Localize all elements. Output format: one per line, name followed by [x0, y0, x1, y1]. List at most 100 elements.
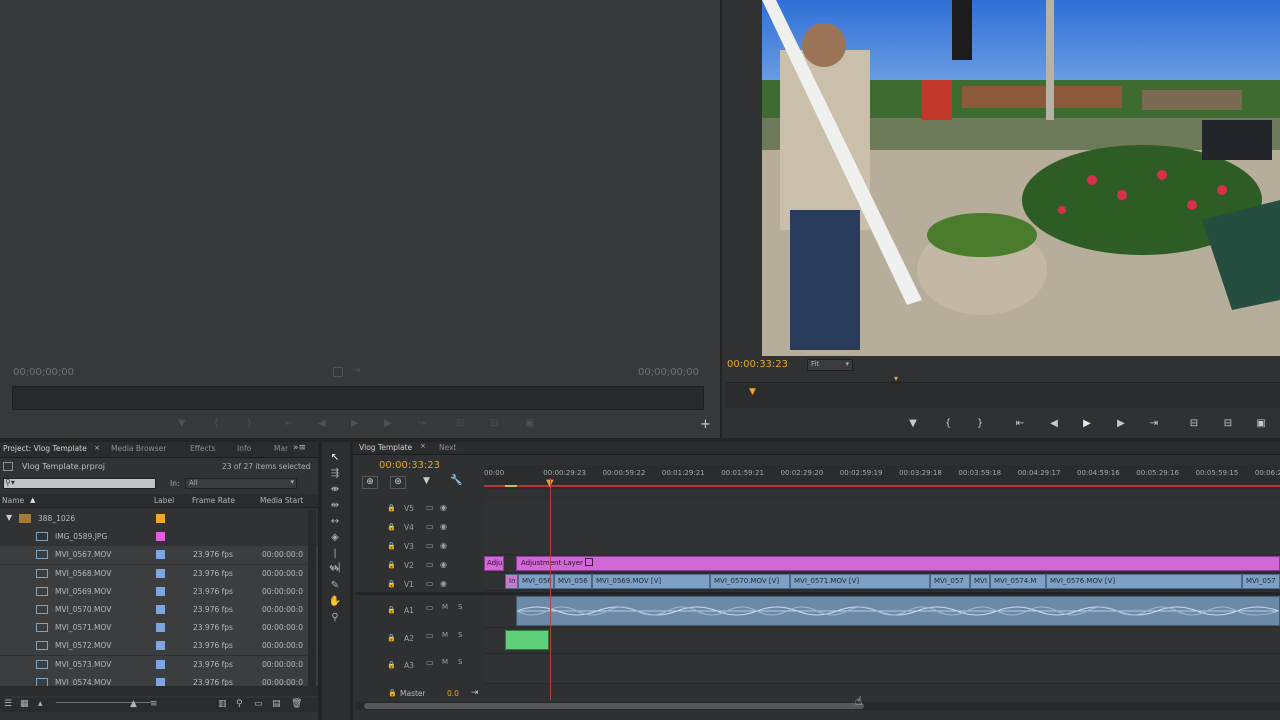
mute-icon[interactable]: M — [442, 658, 448, 666]
column-label[interactable]: Label — [154, 496, 174, 505]
step-back-icon[interactable]: ◀ — [1044, 416, 1064, 432]
a2-audio-clip[interactable] — [505, 630, 549, 650]
timeline-horizontal-scrollbar[interactable] — [356, 702, 1280, 710]
master-volume-value[interactable]: 0.0 — [447, 689, 459, 698]
trash-icon[interactable]: 🗑 — [291, 699, 302, 709]
search-input[interactable]: ⚲▾ — [3, 478, 156, 489]
audio-track-header[interactable]: 🔒 A3 ▭ M S — [356, 658, 482, 676]
sync-lock-icon[interactable]: ▭ — [426, 522, 434, 531]
solo-icon[interactable]: S — [458, 658, 462, 666]
mute-icon[interactable]: M — [442, 603, 448, 611]
automate-icon[interactable]: ▥ — [218, 699, 227, 709]
a1-audio-clip[interactable] — [516, 596, 1280, 626]
close-icon[interactable]: × — [94, 444, 100, 452]
video-track-header[interactable]: 🔒 V5 ▭ ◉ — [356, 501, 482, 519]
marker-icon[interactable]: ▼ — [178, 418, 186, 429]
tab-media-browser[interactable]: Media Browser — [111, 444, 166, 453]
slide-tool-icon[interactable]: ↔ — [328, 563, 342, 577]
slip-tool-icon[interactable]: |↔| — [328, 547, 342, 573]
v1-clip[interactable]: MVI_056 — [518, 574, 554, 589]
v1-clip[interactable]: MVI_0570.MOV [V] — [710, 574, 790, 589]
zoom-tool-icon[interactable]: ⚲ — [328, 611, 342, 625]
sync-lock-icon[interactable]: ▭ — [426, 579, 434, 588]
project-item-row[interactable]: IMG_0589.JPG — [0, 528, 318, 546]
panel-menu-icon[interactable]: »≡ — [293, 443, 306, 453]
project-item-row[interactable]: MVI_0568.MOV 23.976 fps 00:00:00:0 — [0, 564, 318, 583]
project-item-row[interactable]: MVI_0567.MOV 23.976 fps 00:00:00:0 — [0, 546, 318, 565]
audio-track-icon[interactable]: ▭ — [426, 631, 434, 640]
v1-clip[interactable]: MVI_0574.M — [990, 574, 1046, 589]
column-media-start[interactable]: Media Start — [260, 496, 303, 505]
export-frame-icon[interactable]: ▣ — [1251, 416, 1271, 432]
program-timecode[interactable]: 00:00:33:23 — [727, 359, 788, 370]
v1-clip[interactable]: MVI_057 — [930, 574, 970, 589]
out-point-icon[interactable]: } — [246, 418, 252, 429]
sync-lock-icon[interactable]: ▭ — [426, 541, 434, 550]
tab-markers[interactable]: Mar — [274, 444, 288, 453]
go-to-in-icon[interactable]: ⇤ — [285, 418, 293, 429]
lock-icon[interactable]: 🔒 — [387, 504, 396, 512]
track-select-tool-icon[interactable]: ⇶ — [328, 467, 342, 481]
go-to-out-icon[interactable]: ⇥ — [1144, 416, 1164, 432]
export-frame-icon[interactable]: ▣ — [525, 418, 534, 429]
lift-icon[interactable]: ⊟ — [1184, 416, 1204, 432]
pen-tool-icon[interactable]: ✎ — [328, 579, 342, 593]
label-swatch[interactable] — [156, 605, 165, 614]
label-swatch[interactable] — [156, 586, 165, 596]
audio-track-icon[interactable]: ▭ — [426, 658, 434, 667]
selection-tool-icon[interactable]: ↖ — [328, 451, 342, 465]
v1-clip[interactable]: MVI_056 — [554, 574, 592, 589]
go-to-out-icon[interactable]: ⇥ — [418, 418, 426, 429]
linked-selection-icon[interactable]: ⊛ — [390, 476, 406, 489]
timeline-timecode[interactable]: 00:00:33:23 — [379, 460, 440, 471]
source-timecode-right[interactable]: 00;00;00;00 — [638, 367, 699, 378]
tab-effects[interactable]: Effects — [190, 444, 216, 453]
scrollbar-thumb[interactable] — [364, 703, 864, 709]
add-marker-icon[interactable]: ▼ — [903, 416, 923, 432]
solo-icon[interactable]: S — [458, 631, 462, 639]
lock-icon[interactable]: 🔒 — [387, 634, 396, 642]
play-icon[interactable]: ▶ — [351, 418, 359, 429]
audio-track-icon[interactable]: ▭ — [426, 603, 434, 612]
add-button-icon[interactable]: + — [700, 417, 711, 432]
close-icon[interactable]: × — [420, 442, 426, 450]
lock-icon[interactable]: 🔒 — [387, 523, 396, 531]
step-forward-icon[interactable]: ▶ — [1111, 416, 1131, 432]
v1-clip[interactable]: In — [505, 574, 518, 589]
lock-icon[interactable]: 🔒 — [387, 661, 396, 669]
new-bin-icon[interactable]: ▭ — [254, 699, 263, 709]
solo-icon[interactable]: S — [458, 603, 462, 611]
sync-lock-icon[interactable]: ▭ — [426, 503, 434, 512]
lock-icon[interactable]: 🔒 — [387, 606, 396, 614]
source-scrubber[interactable] — [12, 386, 704, 410]
program-playhead-icon[interactable]: ▼ — [749, 387, 756, 397]
zoom-out-icon[interactable]: ▴ — [38, 699, 43, 709]
video-track-header[interactable]: 🔒 V3 ▭ ◉ — [356, 539, 482, 557]
tab-info[interactable]: Info — [237, 444, 251, 453]
eye-icon[interactable]: ◉ — [440, 560, 447, 569]
video-track-header[interactable]: 🔒 V2 ▭ ◉ — [356, 558, 482, 576]
horizontal-scrollbar[interactable] — [0, 686, 318, 696]
label-swatch[interactable] — [156, 532, 165, 542]
v1-clip[interactable]: MVI_0576.MOV [V] — [1046, 574, 1242, 589]
disclosure-triangle-icon[interactable]: ▼ — [6, 513, 12, 522]
vertical-scrollbar[interactable] — [308, 510, 316, 686]
audio-track-header[interactable]: 🔒 A1 ▭ M S — [356, 603, 482, 621]
mark-in-icon[interactable]: { — [938, 416, 958, 432]
v1-clip[interactable]: MVI — [970, 574, 990, 589]
step-back-icon[interactable]: ◀ — [318, 418, 326, 429]
eye-icon[interactable]: ◉ — [440, 503, 447, 512]
v1-clip[interactable]: MVI_057 — [1242, 574, 1280, 589]
step-forward-icon[interactable]: ▶ — [384, 418, 392, 429]
insert-icon[interactable]: ⊟ — [456, 418, 464, 429]
eye-icon[interactable]: ◉ — [440, 541, 447, 550]
rate-stretch-tool-icon[interactable]: ↔ — [328, 515, 342, 529]
project-item-row[interactable]: MVI_0569.MOV 23.976 fps 00:00:00:0 — [0, 582, 318, 601]
add-marker-icon[interactable]: ▼ — [423, 476, 430, 486]
project-item-row[interactable]: MVI_0572.MOV 23.976 fps 00:00:00:0 — [0, 637, 318, 656]
drop-icon[interactable]: ⇥ — [352, 365, 360, 376]
label-swatch[interactable] — [156, 550, 165, 560]
label-swatch[interactable] — [156, 623, 165, 633]
v1-clip[interactable]: MVI_0571.MOV [V] — [790, 574, 930, 589]
tab-project[interactable]: Project: Vlog Template — [3, 444, 87, 453]
